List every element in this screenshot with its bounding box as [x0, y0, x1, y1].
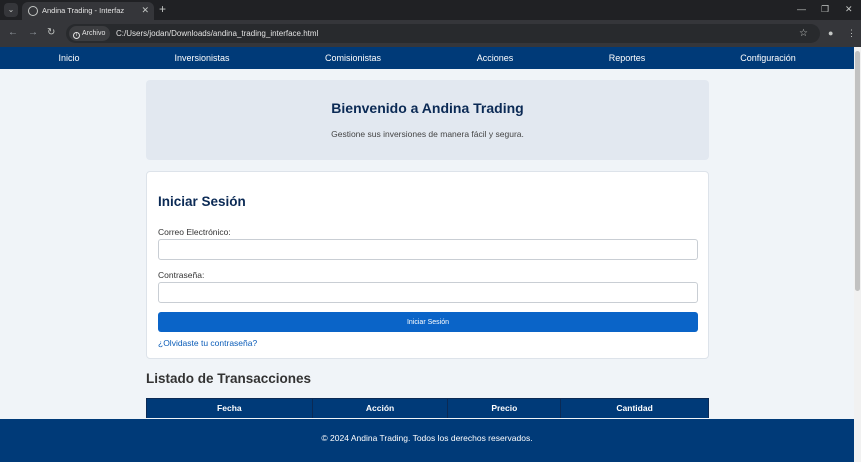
bookmark-star-icon[interactable]: ☆ — [799, 24, 808, 43]
back-icon[interactable]: ← — [8, 26, 18, 40]
address-bar[interactable]: i Archivo C:/Users/jodan/Downloads/andina… — [66, 24, 820, 43]
email-field[interactable] — [158, 239, 698, 260]
column-header-precio: Precio — [447, 398, 562, 418]
minimize-icon[interactable]: — — [797, 2, 806, 16]
globe-icon — [28, 6, 38, 16]
nav-item-inicio[interactable]: Inicio — [58, 47, 79, 69]
browser-tab-strip: ⌄ Andina Trading - Interfaz ✕ + — ❐ ✕ — [0, 0, 861, 20]
nav-item-configuracion[interactable]: Configuración — [740, 47, 796, 69]
page-footer: © 2024 Andina Trading. Todos los derecho… — [0, 419, 854, 462]
vertical-scrollbar[interactable] — [854, 47, 861, 462]
reload-icon[interactable]: ↻ — [47, 26, 55, 40]
welcome-subtitle: Gestione sus inversiones de manera fácil… — [331, 129, 524, 139]
tab-search-icon[interactable]: ⌄ — [4, 3, 18, 17]
restore-icon[interactable]: ❐ — [821, 2, 829, 16]
browser-toolbar: ← → ↻ i Archivo C:/Users/jodan/Downloads/… — [0, 20, 861, 47]
transactions-table: Fecha Acción Precio Cantidad — [146, 398, 709, 418]
password-field[interactable] — [158, 282, 698, 303]
forgot-password-link[interactable]: ¿Olvidaste tu contraseña? — [158, 338, 257, 348]
close-window-icon[interactable]: ✕ — [845, 2, 853, 16]
login-button[interactable]: Iniciar Sesión — [158, 312, 698, 332]
site-nav-bar: Inicio Inversionistas Comisionistas Acci… — [0, 47, 854, 69]
login-title: Iniciar Sesión — [158, 194, 246, 209]
nav-item-inversionistas[interactable]: Inversionistas — [174, 47, 229, 69]
close-tab-icon[interactable]: ✕ — [141, 4, 149, 16]
browser-tab[interactable]: Andina Trading - Interfaz ✕ — [22, 2, 154, 20]
site-chip-label: Archivo — [82, 30, 106, 37]
email-label: Correo Electrónico: — [158, 227, 231, 237]
welcome-banner: Bienvenido a Andina Trading Gestione sus… — [146, 80, 709, 160]
url-text: C:/Users/jodan/Downloads/andina_trading_… — [116, 29, 319, 38]
nav-item-acciones[interactable]: Acciones — [477, 47, 514, 69]
column-header-accion: Acción — [311, 398, 449, 418]
scrollbar-thumb[interactable] — [855, 51, 860, 291]
new-tab-icon[interactable]: + — [159, 2, 166, 16]
column-header-cantidad: Cantidad — [560, 398, 709, 418]
transactions-title: Listado de Transacciones — [146, 371, 312, 386]
column-header-fecha: Fecha — [146, 398, 313, 418]
nav-item-comisionistas[interactable]: Comisionistas — [325, 47, 381, 69]
footer-text: © 2024 Andina Trading. Todos los derecho… — [321, 433, 533, 443]
site-info-chip[interactable]: i Archivo — [69, 26, 111, 41]
welcome-title: Bienvenido a Andina Trading — [331, 100, 524, 116]
info-icon: i — [73, 32, 80, 39]
tab-title: Andina Trading - Interfaz — [42, 6, 125, 15]
page-viewport: Inicio Inversionistas Comisionistas Acci… — [0, 47, 854, 462]
table-header-row: Fecha Acción Precio Cantidad — [146, 398, 709, 418]
profile-icon[interactable]: ● — [828, 26, 833, 40]
nav-item-reportes[interactable]: Reportes — [609, 47, 646, 69]
forward-icon[interactable]: → — [28, 26, 38, 40]
login-card: Iniciar Sesión Correo Electrónico: Contr… — [146, 171, 709, 359]
menu-kebab-icon[interactable]: ⋮ — [847, 26, 856, 40]
password-label: Contraseña: — [158, 270, 205, 280]
